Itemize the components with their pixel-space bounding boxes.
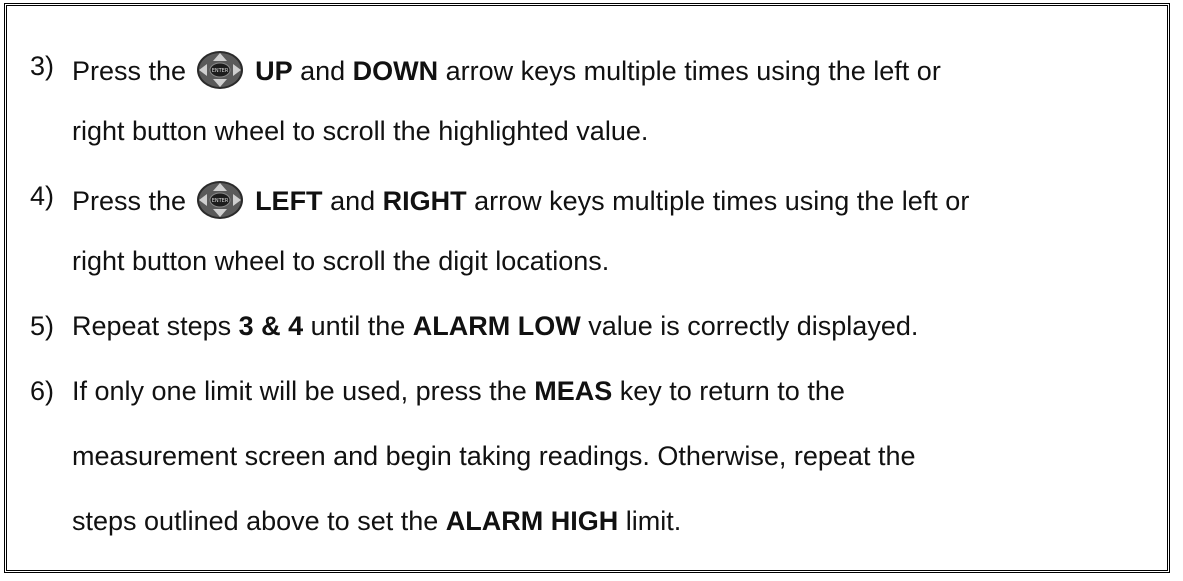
icon-label: ENTER xyxy=(211,198,228,204)
steps-reference: 3 & 4 xyxy=(238,311,304,341)
step-6-line-3: steps outlined above to set the ALARM HI… xyxy=(72,505,681,537)
down-key-label: DOWN xyxy=(352,56,439,86)
text-run: If only one limit will be used, press th… xyxy=(72,376,535,406)
enter-dpad-icon: ENTER xyxy=(196,180,244,227)
step-3-line-2: right button wheel to scroll the highlig… xyxy=(72,116,649,146)
step-6-number: 6) xyxy=(30,376,55,406)
text-run: Repeat steps xyxy=(72,311,239,341)
text-run: value is correctly displayed. xyxy=(580,311,919,341)
text-run: until the xyxy=(303,311,413,341)
alarm-low-label: ALARM LOW xyxy=(412,311,581,341)
text-run: Press the xyxy=(72,186,194,216)
step-3-number: 3) xyxy=(30,51,55,81)
step-6-line-2: measurement screen and begin taking read… xyxy=(72,441,916,471)
step-4-line-1: Press the ENTER LEFT and RIGHT arrow key… xyxy=(72,180,969,227)
step-4-line-2: right button wheel to scroll the digit l… xyxy=(72,246,610,276)
step-6-line-1: If only one limit will be used, press th… xyxy=(72,375,845,407)
text-run: arrow keys multiple times using the left… xyxy=(466,186,970,216)
step-3-line-1: Press the ENTER UP and DOWN arrow keys m… xyxy=(72,50,941,97)
step-4-number: 4) xyxy=(30,181,55,211)
text-run: limit. xyxy=(618,506,682,536)
right-key-label: RIGHT xyxy=(382,186,467,216)
icon-label: ENTER xyxy=(211,68,228,74)
text-run: key to return to the xyxy=(612,376,845,406)
instruction-box: 3) Press the ENTER UP and DOWN arrow key… xyxy=(4,3,1170,573)
text-run: and xyxy=(292,56,353,86)
alarm-high-label: ALARM HIGH xyxy=(445,506,619,536)
text-run: and xyxy=(322,186,383,216)
step-5-number: 5) xyxy=(30,311,55,341)
left-key-label: LEFT xyxy=(247,186,323,216)
text-run: steps outlined above to set the xyxy=(72,506,446,536)
enter-dpad-icon: ENTER xyxy=(196,50,244,97)
text-run: Press the xyxy=(72,56,194,86)
text-run: arrow keys multiple times using the left… xyxy=(438,56,941,86)
meas-key-label: MEAS xyxy=(534,376,613,406)
step-5-line-1: Repeat steps 3 & 4 until the ALARM LOW v… xyxy=(72,310,918,342)
up-key-label: UP xyxy=(247,56,293,86)
